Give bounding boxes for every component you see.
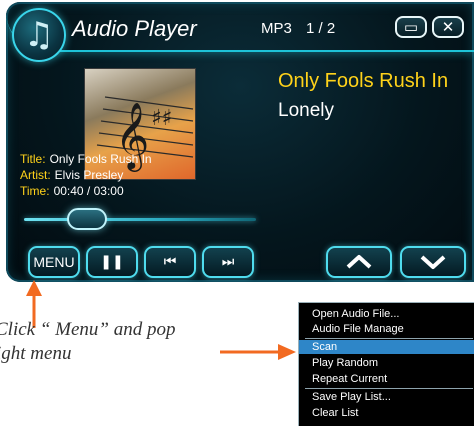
menu-item-repeat-current[interactable]: Repeat Current — [299, 372, 474, 386]
title-label: Title: — [20, 152, 46, 166]
menu-item-open-audio-file[interactable]: Open Audio File... — [299, 307, 474, 321]
seek-bar[interactable] — [24, 218, 256, 221]
menu-item-save-play-list[interactable]: Save Play List... — [299, 390, 474, 404]
menu-item-clear-list[interactable]: Clear List — [299, 406, 474, 420]
previous-track-button[interactable]: ⏮ — [144, 246, 196, 278]
now-playing-next: Lonely — [278, 100, 334, 121]
menu-item-audio-file-manage[interactable]: Audio File Manage — [299, 322, 474, 336]
time-label: Time: — [20, 184, 50, 198]
menu-separator — [305, 388, 473, 389]
format-label: MP3 — [261, 20, 292, 37]
menu-separator — [305, 338, 473, 339]
next-track-icon: ⏭ — [221, 254, 235, 270]
menu-item-play-random[interactable]: Play Random — [299, 356, 474, 370]
context-menu: Open Audio File... Audio File Manage Sca… — [298, 302, 474, 426]
svg-text:♯♯: ♯♯ — [151, 106, 172, 131]
minimize-button[interactable]: ▭ — [395, 16, 427, 38]
scroll-down-button[interactable] — [400, 246, 466, 278]
close-button[interactable]: ✕ — [432, 16, 464, 38]
now-playing-title: Only Fools Rush In — [278, 70, 449, 92]
pause-button[interactable]: ❚❚ — [86, 246, 138, 278]
artist-label: Artist: — [20, 168, 51, 182]
music-note-icon: ♫ — [12, 8, 66, 62]
minimize-icon: ▭ — [403, 18, 419, 36]
seek-thumb[interactable] — [67, 208, 108, 230]
info-artist-row: Artist: Elvis Presley — [20, 168, 123, 182]
app-title: Audio Player — [72, 16, 197, 41]
info-title-row: Title: Only Fools Rush In — [20, 152, 152, 166]
pause-icon: ❚❚ — [100, 254, 124, 270]
right-arrow — [220, 344, 296, 360]
audio-player-window: ♫ Audio Player MP3 1 / 2 ▭ ✕ 𝄞 ♯♯ Only F… — [6, 2, 474, 282]
scroll-up-button[interactable] — [326, 246, 392, 278]
close-icon: ✕ — [441, 18, 455, 36]
annotation-line-1: Click “ Menu” and pop — [0, 319, 176, 340]
artist-value: Elvis Presley — [54, 168, 124, 182]
next-track-button[interactable]: ⏭ — [202, 246, 254, 278]
chevron-down-icon — [420, 255, 446, 269]
title-value: Only Fools Rush In — [49, 152, 152, 166]
annotation-line-2: ight menu — [0, 343, 72, 364]
previous-track-icon: ⏮ — [163, 254, 177, 270]
track-counter: 1 / 2 — [306, 20, 336, 37]
time-value: 00:40 / 03:00 — [53, 184, 124, 198]
chevron-up-icon — [346, 255, 372, 269]
menu-button[interactable]: MENU — [28, 246, 80, 278]
menu-item-scan[interactable]: Scan — [299, 340, 474, 354]
info-time-row: Time: 00:40 / 03:00 — [20, 184, 124, 198]
